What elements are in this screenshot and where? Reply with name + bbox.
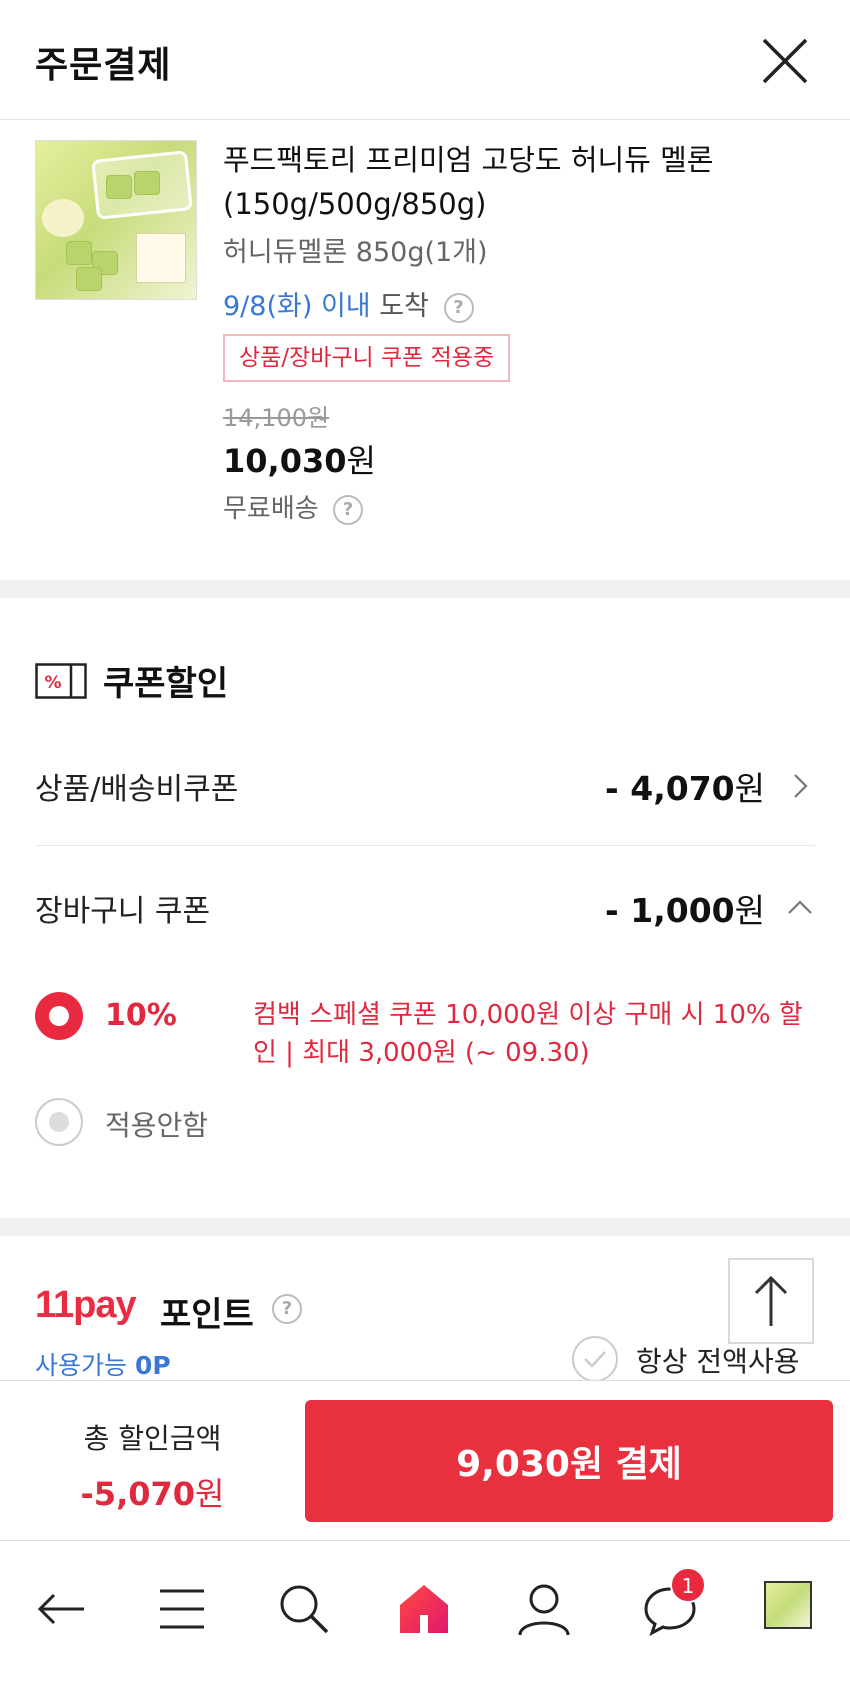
coupon-icon: % bbox=[35, 662, 87, 699]
nav-back[interactable] bbox=[32, 1579, 92, 1639]
available-value: 0P bbox=[134, 1351, 171, 1380]
arrow-up-icon bbox=[754, 1275, 788, 1326]
row-label: 장바구니 쿠폰 bbox=[35, 894, 211, 929]
cart-coupon-row[interactable]: 장바구니 쿠폰 - 1,000원 bbox=[35, 878, 815, 938]
always-full-label[interactable]: 항상 전액사용 bbox=[636, 1340, 799, 1380]
chevron-right-icon bbox=[794, 774, 808, 798]
11pay-logo: 11pay bbox=[35, 1284, 137, 1326]
original-price: 14,100원 bbox=[223, 404, 330, 432]
search-icon bbox=[280, 1585, 329, 1634]
total-discount-value: -5,070원 bbox=[80, 1475, 225, 1513]
chevron-up-icon bbox=[788, 900, 812, 914]
row-value: - 1,000원 bbox=[605, 891, 765, 930]
nav-chat[interactable]: 1 bbox=[640, 1567, 706, 1639]
no-apply-radio[interactable] bbox=[35, 1098, 83, 1146]
total-discount-label: 총 할인금액 bbox=[83, 1422, 222, 1455]
coupon-description: 컴백 스페셜 쿠폰 10,000원 이상 구매 시 10% 할인 | 최대 3,… bbox=[253, 1000, 803, 1068]
page-title: 주문결제 bbox=[35, 45, 172, 86]
product-option: 허니듀멜론 850g(1개) bbox=[223, 237, 488, 268]
recent-product-thumbnail[interactable] bbox=[764, 1581, 812, 1629]
points-available: 사용가능 0P bbox=[35, 1346, 171, 1382]
pay-button[interactable]: 9,030원 결제 bbox=[305, 1400, 833, 1522]
always-full-checkbox[interactable] bbox=[572, 1336, 618, 1382]
shipping-info: 무료배송 ? bbox=[223, 488, 363, 525]
no-apply-label: 적용안함 bbox=[105, 1109, 209, 1142]
section-divider bbox=[0, 580, 850, 598]
svg-text:%: % bbox=[44, 673, 61, 693]
arrival-info: 9/8(화) 이내 도착 ? bbox=[223, 284, 474, 323]
nav-search[interactable] bbox=[274, 1579, 334, 1639]
user-icon bbox=[518, 1584, 570, 1636]
menu-icon bbox=[160, 1589, 204, 1629]
nav-menu[interactable] bbox=[152, 1579, 212, 1639]
header: 주문결제 bbox=[0, 0, 850, 120]
arrival-suffix: 도착 bbox=[379, 291, 429, 322]
nav-my[interactable] bbox=[514, 1579, 574, 1639]
sale-price-number: 10,030 bbox=[223, 442, 347, 480]
nav-home[interactable] bbox=[394, 1579, 454, 1639]
product-shipping-coupon-row[interactable]: 상품/배송비쿠폰 - 4,070원 bbox=[35, 756, 815, 816]
product-thumbnail[interactable] bbox=[35, 140, 197, 300]
row-value: - 4,070원 bbox=[605, 769, 765, 808]
scroll-top-button[interactable] bbox=[728, 1258, 814, 1344]
coupon-applied-badge: 상품/장바구니 쿠폰 적용중 bbox=[223, 334, 511, 382]
close-icon bbox=[762, 38, 808, 84]
available-label: 사용가능 bbox=[35, 1351, 128, 1380]
home-icon bbox=[400, 1585, 448, 1633]
back-arrow-icon bbox=[37, 1593, 84, 1625]
coupon-percent: 10% bbox=[105, 998, 177, 1033]
row-divider bbox=[35, 845, 815, 846]
help-icon[interactable]: ? bbox=[443, 292, 474, 323]
row-label: 상품/배송비쿠폰 bbox=[35, 772, 239, 807]
arrival-date: 9/8(화) 이내 bbox=[223, 291, 371, 322]
help-icon[interactable]: ? bbox=[272, 1294, 302, 1324]
bottom-nav: 1 bbox=[0, 1540, 850, 1686]
product-name[interactable]: 푸드팩토리 프리미엄 고당도 허니듀 멜론 (150g/500g/850g) bbox=[223, 138, 813, 226]
coupon-title-label: 쿠폰할인 bbox=[103, 664, 229, 704]
coupon-section-title: % 쿠폰할인 bbox=[35, 656, 228, 705]
sale-price-unit: 원 bbox=[346, 442, 376, 480]
help-icon[interactable]: ? bbox=[332, 494, 363, 525]
shipping-label: 무료배송 bbox=[223, 494, 319, 524]
check-icon bbox=[584, 1351, 606, 1368]
sale-price: 10,030원 bbox=[223, 436, 376, 482]
points-title: 포인트 bbox=[160, 1295, 254, 1335]
payment-bar: 총 할인금액 -5,070원 9,030원 결제 bbox=[0, 1380, 850, 1540]
close-button[interactable] bbox=[758, 34, 812, 88]
notification-badge: 1 bbox=[670, 1567, 706, 1603]
coupon-radio-selected[interactable] bbox=[35, 992, 83, 1040]
section-divider bbox=[0, 1218, 850, 1236]
